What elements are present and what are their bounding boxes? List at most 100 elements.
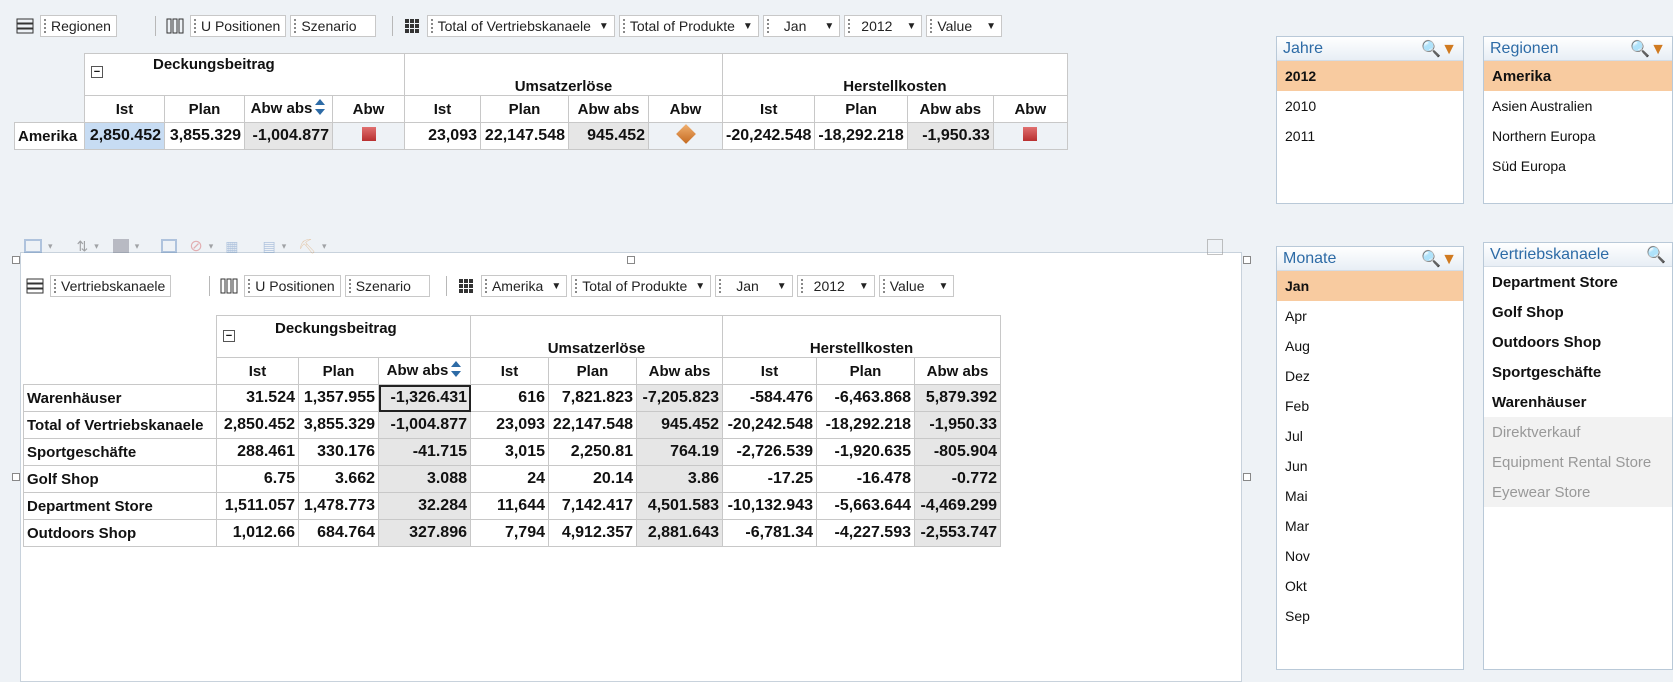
data-cell[interactable]: -10,132.943 bbox=[722, 492, 817, 520]
data-cell[interactable]: 5,879.392 bbox=[914, 384, 1001, 412]
filter-dropdown[interactable]: Value ▼ bbox=[878, 275, 955, 297]
list-item[interactable]: Sep bbox=[1277, 601, 1463, 631]
data-cell[interactable]: 327.896 bbox=[378, 519, 471, 547]
sort-icon[interactable] bbox=[450, 360, 462, 382]
data-cell[interactable]: 3.86 bbox=[636, 465, 723, 493]
data-cell[interactable]: 288.461 bbox=[216, 438, 299, 466]
data-cell[interactable]: -20,242.548 bbox=[722, 411, 817, 439]
data-cell[interactable]: -4,227.593 bbox=[816, 519, 915, 547]
data-cell[interactable]: -1,920.635 bbox=[816, 438, 915, 466]
search-icon[interactable]: 🔍 bbox=[1421, 41, 1441, 58]
data-cell[interactable]: -6,463.868 bbox=[816, 384, 915, 412]
data-cell[interactable]: -18,292.218 bbox=[816, 411, 915, 439]
data-cell[interactable]: -20,242.548 bbox=[721, 122, 816, 150]
data-cell[interactable]: 23,093 bbox=[470, 411, 549, 439]
row-header[interactable]: Warenhäuser bbox=[23, 384, 217, 412]
columns-layout-icon[interactable] bbox=[218, 275, 240, 297]
column-header[interactable]: Abw abs bbox=[378, 357, 471, 385]
data-cell[interactable]: 31.524 bbox=[216, 384, 299, 412]
list-item[interactable]: Golf Shop bbox=[1484, 297, 1672, 327]
column-header[interactable]: Abw abs bbox=[636, 357, 723, 385]
row-header[interactable]: Golf Shop bbox=[23, 465, 217, 493]
filter-dropdown[interactable]: Total of Produkte ▼ bbox=[618, 15, 759, 37]
column-header[interactable]: Ist bbox=[404, 95, 481, 123]
data-cell[interactable]: -5,663.644 bbox=[816, 492, 915, 520]
list-item-disabled[interactable]: Equipment Rental Store bbox=[1484, 447, 1672, 477]
data-cell[interactable]: 23,093 bbox=[404, 122, 481, 150]
column-header[interactable]: Abw bbox=[648, 95, 723, 123]
list-item[interactable]: Jul bbox=[1277, 421, 1463, 451]
column-header[interactable]: Plan bbox=[164, 95, 245, 123]
column-header[interactable]: Abw bbox=[332, 95, 405, 123]
column-header[interactable]: Ist bbox=[721, 95, 816, 123]
list-item[interactable]: Amerika bbox=[1484, 61, 1672, 91]
data-cell[interactable]: -2,726.539 bbox=[722, 438, 817, 466]
data-cell[interactable]: 20.14 bbox=[548, 465, 637, 493]
data-cell[interactable]: 945.452 bbox=[636, 411, 723, 439]
data-cell[interactable]: -1,950.33 bbox=[906, 122, 994, 150]
data-cell[interactable]: -1,004.877 bbox=[378, 411, 471, 439]
rows-dimension-chip[interactable]: Vertriebskanaele bbox=[50, 275, 172, 297]
list-item[interactable]: Dez bbox=[1277, 361, 1463, 391]
column-dimension-chip[interactable]: U Positionen bbox=[244, 275, 341, 297]
rows-layout-icon[interactable] bbox=[14, 15, 36, 37]
data-cell[interactable]: 3,855.329 bbox=[164, 122, 245, 150]
list-item[interactable]: Mai bbox=[1277, 481, 1463, 511]
data-cell[interactable]: 24 bbox=[470, 465, 549, 493]
resize-handle[interactable] bbox=[1243, 256, 1251, 264]
list-item[interactable]: 2011 bbox=[1277, 121, 1463, 151]
columns-layout-icon[interactable] bbox=[164, 15, 186, 37]
data-cell[interactable]: -0.772 bbox=[914, 465, 1001, 493]
row-header[interactable]: Outdoors Shop bbox=[23, 519, 217, 547]
row-header[interactable]: Sportgeschäfte bbox=[23, 438, 217, 466]
data-cell[interactable]: 32.284 bbox=[378, 492, 471, 520]
list-item[interactable]: Asien Australien bbox=[1484, 91, 1672, 121]
search-icon[interactable]: 🔍 bbox=[1646, 245, 1666, 265]
filter-dropdown[interactable]: Amerika ▼ bbox=[480, 275, 568, 297]
filter-dropdown[interactable]: 2012 ▼ bbox=[796, 275, 875, 297]
column-header[interactable]: Plan bbox=[548, 357, 637, 385]
list-item[interactable]: Mar bbox=[1277, 511, 1463, 541]
row-header[interactable]: Total of Vertriebskanaele bbox=[23, 411, 217, 439]
data-cell[interactable]: -18,292.218 bbox=[814, 122, 908, 150]
filter-grid-icon[interactable] bbox=[455, 275, 477, 297]
column-dimension-chip[interactable]: Szenario bbox=[290, 15, 376, 37]
list-item[interactable]: 2010 bbox=[1277, 91, 1463, 121]
column-header[interactable]: Ist bbox=[722, 357, 817, 385]
row-header[interactable]: Department Store bbox=[23, 492, 217, 520]
filter-grid-icon[interactable] bbox=[401, 15, 423, 37]
column-header[interactable]: Plan bbox=[480, 95, 569, 123]
data-cell[interactable]: 4,912.357 bbox=[548, 519, 637, 547]
clear-filter-icon[interactable]: ▼ bbox=[1441, 251, 1457, 268]
data-cell[interactable]: 2,881.643 bbox=[636, 519, 723, 547]
list-item[interactable]: Nov bbox=[1277, 541, 1463, 571]
data-cell[interactable]: -584.476 bbox=[722, 384, 817, 412]
list-item[interactable]: Northern Europa bbox=[1484, 121, 1672, 151]
data-cell[interactable]: 3.088 bbox=[378, 465, 471, 493]
data-cell[interactable]: -2,553.747 bbox=[914, 519, 1001, 547]
column-header[interactable]: Plan bbox=[298, 357, 379, 385]
column-header[interactable]: Abw abs bbox=[244, 95, 333, 123]
data-cell[interactable]: 1,511.057 bbox=[216, 492, 299, 520]
search-icon[interactable]: 🔍 bbox=[1630, 41, 1650, 58]
data-cell[interactable]: 22,147.548 bbox=[480, 122, 569, 150]
column-header[interactable]: Abw bbox=[992, 95, 1068, 123]
data-cell[interactable]: 616 bbox=[470, 384, 549, 412]
data-cell[interactable]: 684.764 bbox=[298, 519, 379, 547]
filter-dropdown[interactable]: Value ▼ bbox=[926, 15, 1003, 37]
filter-dropdown[interactable]: Jan ▼ bbox=[762, 15, 841, 37]
column-header[interactable]: Plan bbox=[816, 357, 915, 385]
data-cell[interactable]: -41.715 bbox=[378, 438, 471, 466]
data-cell[interactable]: 2,850.452 bbox=[216, 411, 299, 439]
resize-handle[interactable] bbox=[12, 473, 20, 481]
data-cell[interactable]: -4,469.299 bbox=[914, 492, 1001, 520]
filter-dropdown[interactable]: Total of Produkte ▼ bbox=[571, 275, 712, 297]
data-cell[interactable]: -16.478 bbox=[816, 465, 915, 493]
data-cell[interactable]: 7,142.417 bbox=[548, 492, 637, 520]
list-item[interactable]: Feb bbox=[1277, 391, 1463, 421]
list-item[interactable]: 2012 bbox=[1277, 61, 1463, 91]
filter-dropdown[interactable]: Jan ▼ bbox=[715, 275, 793, 297]
list-item[interactable]: Apr bbox=[1277, 301, 1463, 331]
resize-handle[interactable] bbox=[1243, 473, 1251, 481]
data-cell[interactable]: -1,950.33 bbox=[914, 411, 1001, 439]
